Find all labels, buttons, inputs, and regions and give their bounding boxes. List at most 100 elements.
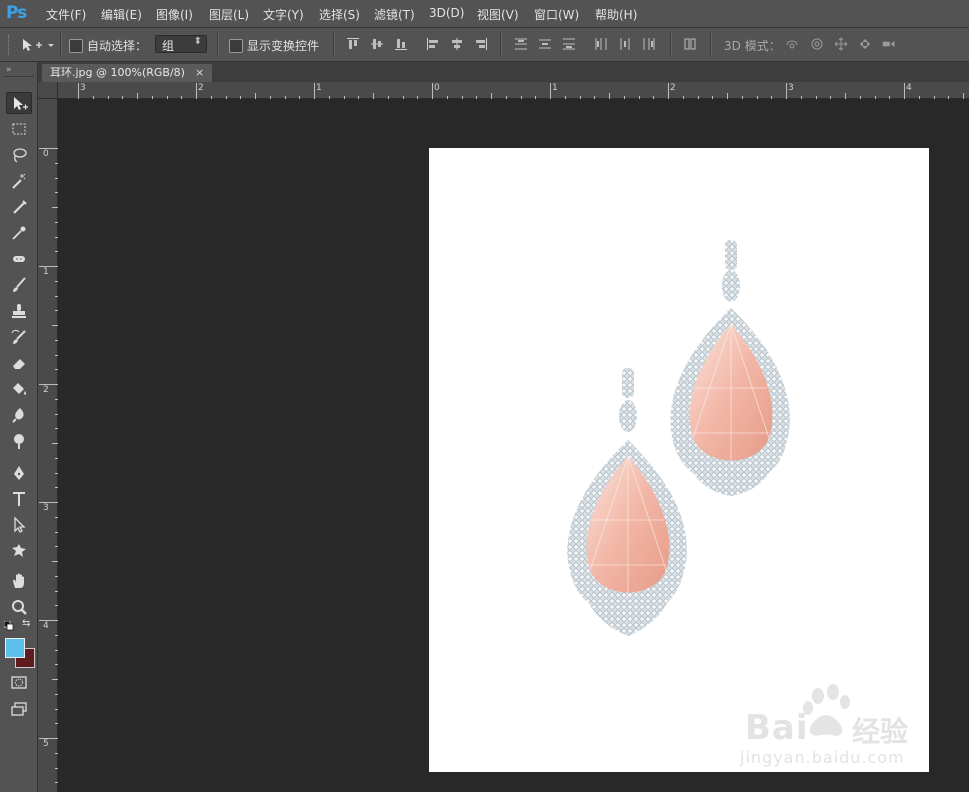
foreground-color-swatch[interactable] <box>5 638 25 658</box>
document-canvas[interactable] <box>429 148 929 772</box>
earring-front <box>567 368 687 636</box>
distribute-bottom-icon[interactable] <box>562 37 576 51</box>
align-horizontal-center-icon[interactable] <box>450 37 464 51</box>
pen-icon <box>14 466 24 480</box>
path-selection-tool-button[interactable] <box>6 514 32 536</box>
auto-align-layers-icon[interactable] <box>683 37 697 51</box>
menu-layer[interactable]: 图层(L) <box>209 6 249 23</box>
eraser-tool-button[interactable] <box>6 352 32 374</box>
separator <box>500 33 502 57</box>
3d-slide-icon[interactable] <box>858 37 872 51</box>
move-tool-icon <box>23 39 54 51</box>
ruler-label: 3 <box>788 83 794 93</box>
history-brush-icon <box>11 329 26 344</box>
3d-roll-icon[interactable] <box>810 37 824 51</box>
menu-3d[interactable]: 3D(D) <box>429 6 464 20</box>
dodge-tool-button[interactable] <box>6 430 32 452</box>
3d-scale-icon[interactable] <box>882 37 900 51</box>
vertical-ruler[interactable]: 0 1 2 3 4 5 <box>38 99 58 792</box>
blur-tool-button[interactable] <box>6 404 32 426</box>
auto-select-checkbox[interactable] <box>69 39 83 53</box>
move-tool-icon <box>14 97 28 110</box>
auto-select-target-dropdown[interactable]: 组 ⬍ <box>155 35 207 53</box>
separator <box>60 33 62 57</box>
menu-select[interactable]: 选择(S) <box>319 6 360 23</box>
panel-collapse-icon[interactable]: » <box>6 65 12 75</box>
3d-pan-icon[interactable] <box>834 37 848 51</box>
earring-back <box>670 240 790 496</box>
screen-mode-button[interactable] <box>6 698 32 720</box>
align-left-icon[interactable] <box>426 37 440 51</box>
quick-mask-button[interactable] <box>6 671 32 693</box>
align-right-icon[interactable] <box>474 37 488 51</box>
ruler-origin[interactable] <box>38 82 58 99</box>
align-vertical-center-icon[interactable] <box>370 37 384 51</box>
menu-view[interactable]: 视图(V) <box>477 6 519 23</box>
ruler-label: 5 <box>43 739 49 749</box>
tool-preset-picker[interactable] <box>20 36 56 54</box>
pen-tool-button[interactable] <box>6 462 32 484</box>
distribute-horizontal-center-icon[interactable] <box>618 37 632 51</box>
distribute-right-icon[interactable] <box>642 37 656 51</box>
crop-tool-button[interactable] <box>6 196 32 218</box>
align-bottom-icon[interactable] <box>394 37 408 51</box>
menu-bar: Ps 文件(F) 编辑(E) 图像(I) 图层(L) 文字(Y) 选择(S) 滤… <box>0 0 969 28</box>
menu-type[interactable]: 文字(Y) <box>263 6 304 23</box>
menu-file[interactable]: 文件(F) <box>46 6 86 23</box>
separator <box>670 33 672 57</box>
type-tool-button[interactable] <box>6 488 32 510</box>
paint-bucket-tool-button[interactable] <box>6 378 32 400</box>
zoom-icon <box>12 600 27 615</box>
menu-image[interactable]: 图像(I) <box>156 6 193 23</box>
shape-tool-button[interactable] <box>6 540 32 562</box>
photoshop-logo: Ps <box>6 3 27 23</box>
ruler-label: 1 <box>316 83 322 93</box>
ruler-label: 0 <box>434 83 440 93</box>
stamp-icon <box>12 304 26 318</box>
options-grip[interactable] <box>8 35 12 55</box>
align-top-icon[interactable] <box>346 37 360 51</box>
document-tab[interactable]: 耳环.jpg @ 100%(RGB/8) × <box>42 64 213 82</box>
menu-window[interactable]: 窗口(W) <box>534 6 579 23</box>
show-transform-checkbox[interactable] <box>229 39 243 53</box>
zoom-tool-button[interactable] <box>6 596 32 618</box>
watermark-brand-left: Bai <box>745 708 809 748</box>
eyedropper-tool-button[interactable] <box>6 222 32 244</box>
menu-filter[interactable]: 滤镜(T) <box>374 6 415 23</box>
distribute-top-icon[interactable] <box>514 37 528 51</box>
menu-help[interactable]: 帮助(H) <box>595 6 637 23</box>
magic-wand-tool-button[interactable] <box>6 170 32 192</box>
distribute-vertical-center-icon[interactable] <box>538 37 552 51</box>
dropdown-arrow-icon: ⬍ <box>193 36 202 47</box>
ruler-label: 1 <box>43 267 49 277</box>
clone-stamp-tool-button[interactable] <box>6 300 32 322</box>
3d-rotate-icon[interactable] <box>785 37 803 51</box>
baidu-jingyan-watermark: Bai 经验 jingyan.baidu.com <box>740 680 920 775</box>
healing-brush-tool-button[interactable] <box>6 248 32 270</box>
ruler-label: 2 <box>43 385 49 395</box>
menu-edit[interactable]: 编辑(E) <box>101 6 142 23</box>
lasso-tool-button[interactable] <box>6 144 32 166</box>
horizontal-ruler[interactable]: 3 2 1 0 1 2 3 4 <box>58 82 969 99</box>
marquee-tool-button[interactable] <box>6 118 32 140</box>
history-brush-tool-button[interactable] <box>6 326 32 348</box>
brush-icon <box>13 277 26 292</box>
hand-tool-button[interactable] <box>6 570 32 592</box>
swap-colors-icon[interactable]: ⇆ <box>22 618 34 630</box>
tools-panel: » ⇆ <box>0 62 38 792</box>
ruler-label: 2 <box>198 83 204 93</box>
crop-icon <box>13 200 27 214</box>
document-tab-bar: 耳环.jpg @ 100%(RGB/8) × <box>38 62 969 82</box>
custom-shape-icon <box>12 544 26 557</box>
watermark-brand-right: 经验 <box>852 715 909 748</box>
default-colors-icon[interactable] <box>3 620 14 631</box>
panel-divider <box>4 76 34 77</box>
magic-wand-icon <box>12 173 26 189</box>
hand-icon <box>13 573 24 588</box>
marquee-icon <box>12 123 26 135</box>
close-tab-icon[interactable]: × <box>195 66 204 79</box>
path-selection-icon <box>14 516 26 533</box>
move-tool-button[interactable] <box>6 92 32 114</box>
distribute-left-icon[interactable] <box>594 37 608 51</box>
brush-tool-button[interactable] <box>6 274 32 296</box>
